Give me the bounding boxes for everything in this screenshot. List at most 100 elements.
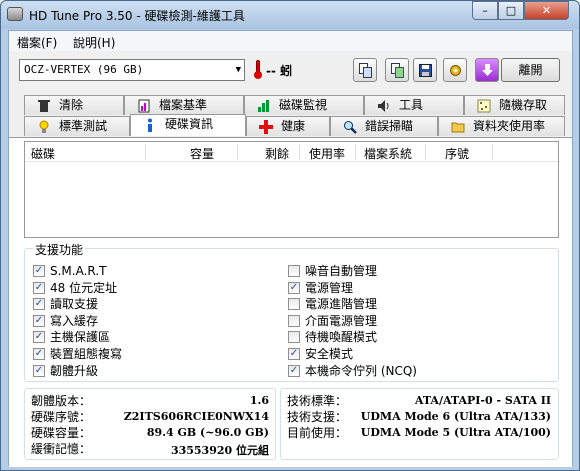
info-value: 33553920 位元組 bbox=[170, 444, 269, 457]
exit-button[interactable]: 離開 bbox=[501, 58, 560, 82]
copy-text-button[interactable] bbox=[353, 58, 377, 82]
feature-checkbox-row[interactable]: ✓ 讀取支援 bbox=[33, 296, 98, 312]
feature-checkbox-row[interactable]: ✓ 裝置組態複寫 bbox=[33, 346, 122, 362]
feature-checkbox-row[interactable]: ✓ 電源管理 bbox=[288, 280, 353, 296]
feature-checkbox[interactable]: ✓ bbox=[33, 364, 45, 377]
partition-list[interactable]: 磁碟 容量 剩餘 使用率 檔案系統 序號 bbox=[24, 141, 559, 238]
title-bar[interactable]: HD Tune Pro 3.50 - 硬碟檢測-維護工具 – □ ✕ bbox=[1, 1, 579, 29]
column-header[interactable]: 剩餘 bbox=[265, 145, 289, 162]
minimize-button[interactable]: – bbox=[472, 1, 498, 20]
lightbulb-icon bbox=[37, 120, 51, 134]
info-label: 硬碟容量： bbox=[31, 426, 92, 440]
menu-help[interactable]: 說明(H) bbox=[73, 34, 115, 51]
options-icon bbox=[449, 63, 462, 78]
feature-label: 寫入緩存 bbox=[50, 313, 99, 328]
feature-checkbox[interactable]: ✓ bbox=[33, 331, 45, 344]
folder-icon bbox=[451, 120, 465, 134]
feature-checkbox[interactable] bbox=[288, 331, 300, 344]
feature-checkbox[interactable]: ✓ bbox=[33, 281, 45, 294]
tab-benchmark[interactable]: 標準測試 bbox=[24, 116, 130, 136]
feature-label: 韌體升級 bbox=[50, 363, 99, 378]
feature-checkbox[interactable] bbox=[288, 265, 300, 277]
options-button[interactable] bbox=[443, 58, 467, 82]
feature-checkbox[interactable] bbox=[288, 314, 300, 327]
feature-label: 待機喚醒模式 bbox=[305, 330, 378, 345]
feature-checkbox[interactable]: ✓ bbox=[33, 348, 45, 360]
file-benchmark-icon bbox=[137, 99, 151, 113]
feature-checkbox-row[interactable]: 介面電源管理 bbox=[288, 313, 377, 329]
tab-label: 清除 bbox=[59, 98, 84, 112]
close-button[interactable]: ✕ bbox=[524, 1, 569, 20]
save-button[interactable] bbox=[413, 58, 437, 82]
feature-checkbox[interactable]: ✓ bbox=[288, 364, 300, 377]
info-label: 目前使用： bbox=[287, 426, 348, 440]
feature-checkbox[interactable]: ✓ bbox=[33, 265, 45, 277]
feature-checkbox-row[interactable]: ✓ 48 位元定址 bbox=[33, 280, 117, 296]
feature-checkbox-row[interactable]: ✓ 寫入緩存 bbox=[33, 313, 98, 329]
tab-random-access[interactable]: 隨機存取 bbox=[464, 95, 565, 115]
column-header[interactable]: 磁碟 bbox=[31, 145, 55, 162]
feature-checkbox-row[interactable]: ✓ 本機命令佇列 (NCQ) bbox=[288, 363, 417, 379]
tab-file-benchmark[interactable]: 檔案基準 bbox=[124, 95, 244, 115]
feature-checkbox-row[interactable]: 待機喚醒模式 bbox=[288, 329, 377, 345]
drive-select-value: OCZ-VERTEX (96 GB) bbox=[24, 63, 144, 76]
feature-checkbox-row[interactable]: ✓ 韌體升級 bbox=[33, 363, 98, 379]
tab-strip: 清除 檔案基準 磁碟監視 工具 隨機存取 標準測試 硬碟資訊 健康 錯誤掃瞄 資… bbox=[9, 95, 572, 137]
feature-checkbox[interactable] bbox=[288, 298, 300, 311]
feature-checkbox-row[interactable]: 電源進階管理 bbox=[288, 296, 377, 312]
feature-label: S.M.A.R.T bbox=[50, 264, 107, 278]
tab-info[interactable]: 硬碟資訊 bbox=[130, 114, 246, 136]
copy-screenshot-icon bbox=[391, 63, 404, 78]
tab-erase[interactable]: 清除 bbox=[24, 95, 124, 115]
supported-features-group: 支援功能 ✓ S.M.A.R.T ✓ 48 位元定址 ✓ 讀取支援 ✓ 寫入緩存 ✓ 主機保護區 ✓… bbox=[24, 241, 559, 382]
menu-file[interactable]: 檔案(F) bbox=[17, 34, 57, 51]
column-header[interactable]: 序號 bbox=[445, 145, 469, 162]
column-header[interactable]: 使用率 bbox=[309, 145, 345, 162]
chevron-down-icon: ▼ bbox=[235, 65, 241, 75]
partition-list-header: 磁碟 容量 剩餘 使用率 檔案系統 序號 bbox=[25, 142, 558, 162]
tab-tools[interactable]: 工具 bbox=[364, 95, 464, 115]
tab-label: 檔案基準 bbox=[159, 98, 208, 112]
menu-bar: 檔案(F) 說明(H) bbox=[9, 31, 572, 51]
feature-label: 本機命令佇列 (NCQ) bbox=[305, 363, 417, 378]
down-button[interactable] bbox=[475, 58, 499, 82]
feature-label: 安全模式 bbox=[305, 347, 354, 361]
column-header[interactable]: 容量 bbox=[190, 145, 214, 162]
drive-info: 韌體版本： 1.6 硬碟序號： Z2ITS606RCIE0NWX14 硬碟容量： 89.4… bbox=[24, 382, 559, 462]
tab-label: 磁碟監視 bbox=[279, 98, 328, 112]
feature-checkbox-row[interactable]: ✓ 主機保護區 bbox=[33, 329, 110, 345]
tab-health[interactable]: 健康 bbox=[246, 116, 330, 136]
feature-checkbox[interactable]: ✓ bbox=[288, 348, 300, 360]
feature-checkbox[interactable]: ✓ bbox=[33, 314, 45, 327]
feature-checkbox-row[interactable]: ✓ S.M.A.R.T bbox=[33, 263, 106, 279]
feature-label: 電源管理 bbox=[305, 280, 354, 295]
magnifier-icon bbox=[343, 120, 357, 134]
feature-checkbox-row[interactable]: ✓ 安全模式 bbox=[288, 346, 353, 362]
maximize-button[interactable]: □ bbox=[498, 1, 524, 20]
trash-icon bbox=[37, 99, 51, 113]
info-value: UDMA Mode 6 (Ultra ATA/133) bbox=[360, 410, 551, 423]
copy-screenshot-button[interactable] bbox=[385, 58, 409, 82]
random-access-icon bbox=[477, 99, 491, 113]
disk-monitor-icon bbox=[257, 99, 271, 113]
feature-checkbox[interactable]: ✓ bbox=[288, 281, 300, 294]
tab-label: 健康 bbox=[281, 119, 306, 133]
drive-select[interactable]: OCZ-VERTEX (96 GB) ▼ bbox=[19, 59, 245, 81]
feature-checkbox[interactable]: ✓ bbox=[33, 298, 45, 311]
info-value: UDMA Mode 5 (Ultra ATA/100) bbox=[360, 426, 551, 439]
tab-disk-monitor[interactable]: 磁碟監視 bbox=[244, 95, 364, 115]
tab-label: 錯誤掃瞄 bbox=[365, 119, 414, 133]
feature-checkbox-row[interactable]: 噪音自動管理 bbox=[288, 263, 377, 279]
feature-label: 主機保護區 bbox=[50, 330, 111, 345]
tab-folder-usage[interactable]: 資料夾使用率 bbox=[438, 116, 565, 136]
thermometer-icon bbox=[253, 60, 262, 80]
app-window: HD Tune Pro 3.50 - 硬碟檢測-維護工具 – □ ✕ 檔案(F)… bbox=[0, 0, 580, 471]
column-header[interactable]: 檔案系統 bbox=[364, 145, 412, 162]
info-value: ATA/ATAPI-0 - SATA II bbox=[414, 394, 551, 407]
tab-error-scan[interactable]: 錯誤掃瞄 bbox=[330, 116, 438, 136]
feature-label: 48 位元定址 bbox=[50, 280, 118, 295]
down-arrow-icon bbox=[481, 63, 494, 78]
drive-info-left-box: 韌體版本： 1.6 硬碟序號： Z2ITS606RCIE0NWX14 硬碟容量： 89.4… bbox=[24, 388, 276, 460]
feature-label: 電源進階管理 bbox=[305, 297, 378, 312]
toolbar: OCZ-VERTEX (96 GB) ▼ -- 蚓 離開 bbox=[9, 51, 572, 91]
